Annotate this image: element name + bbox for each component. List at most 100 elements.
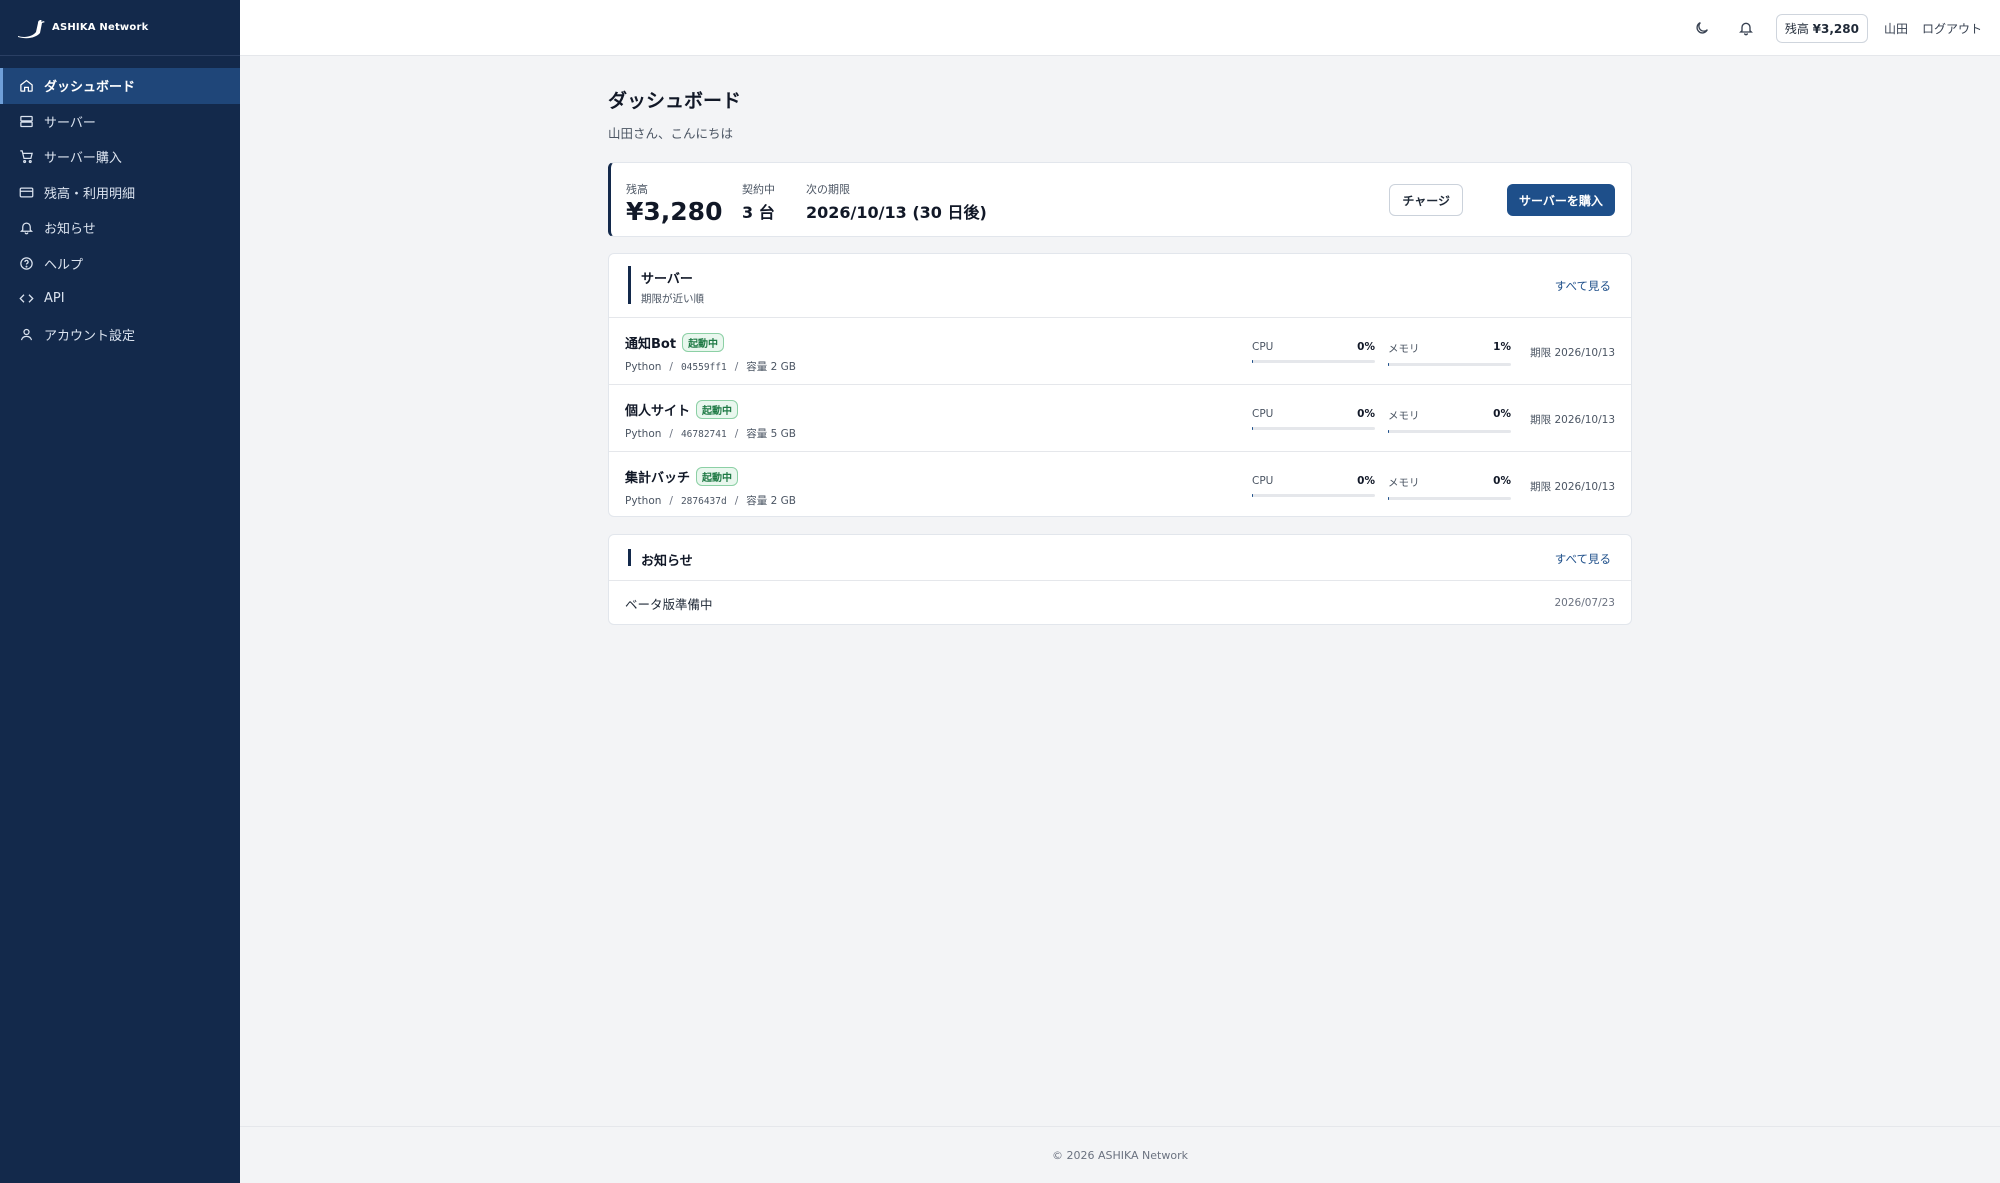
status-badge: 起動中 bbox=[696, 467, 739, 486]
memory-metric: メモリ 0% bbox=[1388, 475, 1511, 500]
cpu-bar-fill bbox=[1252, 494, 1254, 497]
memory-metric: メモリ 1% bbox=[1388, 341, 1511, 366]
cpu-value: 0% bbox=[1357, 475, 1375, 487]
charge-button[interactable]: チャージ bbox=[1389, 184, 1463, 216]
summary-balance-label: 残高 bbox=[626, 183, 648, 196]
news-see-all-link[interactable]: すべて見る bbox=[1555, 551, 1611, 567]
cpu-bar bbox=[1252, 494, 1375, 497]
memory-value: 0% bbox=[1493, 408, 1511, 420]
moon-icon bbox=[1696, 22, 1708, 34]
sidebar-item-news[interactable]: お知らせ bbox=[0, 210, 240, 246]
sidebar-item-label: サーバー bbox=[44, 115, 96, 131]
server-capacity: 容量 2 GB bbox=[746, 495, 796, 507]
sidebar-item-label: ダッシュボード bbox=[44, 80, 136, 96]
server-row[interactable]: 集計バッチ 起動中 Python / 2876437d / 容量 2 GB CPU 0% メ… bbox=[609, 452, 1631, 519]
memory-bar-fill bbox=[1388, 497, 1390, 500]
server-meta: Python / 2876437d / 容量 2 GB bbox=[625, 493, 796, 508]
sidebar-item-label: 残高・利用明細 bbox=[44, 186, 136, 202]
news-card-header: お知らせ すべて見る bbox=[609, 535, 1631, 581]
help-circle-icon bbox=[18, 255, 34, 271]
summary-next-expiry: 次の期限 2026/10/13 (30 日後) bbox=[806, 181, 987, 223]
main-content: ダッシュボード 山田さん、こんにちは 残高 ¥3,280 契約中 3 台 次の期… bbox=[608, 86, 1632, 625]
buy-server-button[interactable]: サーバーを購入 bbox=[1507, 184, 1615, 216]
bell-icon bbox=[1738, 22, 1753, 36]
sidebar-item-billing[interactable]: 残高・利用明細 bbox=[0, 175, 240, 211]
summary-next-expiry-value: 2026/10/13 (30 日後) bbox=[806, 203, 987, 222]
server-capacity: 容量 2 GB bbox=[746, 361, 796, 373]
cpu-metric: CPU 0% bbox=[1252, 341, 1375, 363]
meta-separator: / bbox=[669, 428, 673, 440]
header-balance-label: 残高 bbox=[1784, 21, 1809, 36]
memory-bar bbox=[1388, 430, 1511, 433]
summary-contracts-value: 3 台 bbox=[742, 203, 775, 222]
brand-name: ASHIKA Network bbox=[52, 22, 149, 33]
summary-next-expiry-label: 次の期限 bbox=[806, 183, 850, 196]
logout-link[interactable]: ログアウト bbox=[1922, 20, 1982, 37]
sidebar-item-help[interactable]: ヘルプ bbox=[0, 246, 240, 282]
cpu-label: CPU bbox=[1252, 341, 1274, 353]
top-bar: 残高 ¥3,280 山田 ログアウト bbox=[240, 0, 2000, 56]
server-runtime: Python bbox=[625, 495, 662, 507]
section-accent-bar bbox=[628, 266, 631, 304]
user-name[interactable]: 山田 bbox=[1884, 20, 1908, 37]
sidebar-item-label: ヘルプ bbox=[44, 257, 84, 273]
status-badge: 起動中 bbox=[682, 333, 725, 352]
cpu-bar-fill bbox=[1252, 360, 1254, 363]
server-name-line: 集計バッチ 起動中 bbox=[625, 467, 739, 486]
servers-card: サーバー 期限が近い順 すべて見る 通知Bot 起動中 Python / 04559f… bbox=[608, 253, 1632, 517]
meta-separator: / bbox=[734, 495, 739, 507]
header-balance[interactable]: 残高 ¥3,280 bbox=[1775, 13, 1868, 43]
cpu-bar bbox=[1252, 360, 1375, 363]
server-id: 46782741 bbox=[680, 429, 727, 440]
cpu-label: CPU bbox=[1252, 408, 1274, 420]
servers-title: サーバー bbox=[641, 272, 693, 287]
meta-separator: / bbox=[669, 495, 673, 507]
cart-icon bbox=[18, 149, 34, 165]
server-expiry: 期限 2026/10/13 bbox=[1530, 414, 1615, 426]
server-id: 04559ff1 bbox=[680, 362, 727, 373]
cpu-label: CPU bbox=[1252, 475, 1274, 487]
sidebar-item-account-settings[interactable]: アカウント設定 bbox=[0, 317, 240, 353]
meta-separator: / bbox=[734, 361, 739, 373]
meta-separator: / bbox=[734, 428, 739, 440]
memory-bar-fill bbox=[1388, 430, 1390, 433]
news-item[interactable]: ベータ版準備中 2026/07/23 bbox=[609, 581, 1631, 625]
memory-label: メモリ bbox=[1388, 410, 1420, 422]
memory-value: 0% bbox=[1493, 475, 1511, 487]
meta-separator: / bbox=[669, 361, 673, 373]
server-name: 集計バッチ bbox=[625, 471, 691, 486]
sidebar-item-servers[interactable]: サーバー bbox=[0, 104, 240, 140]
sidebar-item-label: API bbox=[44, 291, 65, 307]
cpu-metric: CPU 0% bbox=[1252, 475, 1375, 497]
dark-mode-toggle[interactable] bbox=[1688, 14, 1716, 42]
news-item-title: ベータ版準備中 bbox=[625, 597, 713, 612]
server-row[interactable]: 個人サイト 起動中 Python / 46782741 / 容量 5 GB CPU 0% メ… bbox=[609, 385, 1631, 452]
memory-bar bbox=[1388, 363, 1511, 366]
sidebar-item-api[interactable]: API bbox=[0, 281, 240, 317]
memory-label: メモリ bbox=[1388, 477, 1420, 489]
servers-see-all-link[interactable]: すべて見る bbox=[1555, 278, 1611, 294]
cpu-metric: CPU 0% bbox=[1252, 408, 1375, 430]
home-icon bbox=[18, 78, 34, 94]
header-balance-value: ¥3,280 bbox=[1812, 21, 1859, 36]
summary-balance: 残高 ¥3,280 bbox=[626, 181, 722, 226]
server-expiry: 期限 2026/10/13 bbox=[1530, 481, 1615, 493]
server-name: 通知Bot bbox=[625, 337, 677, 352]
summary-contracts-label: 契約中 bbox=[742, 183, 775, 196]
memory-bar bbox=[1388, 497, 1511, 500]
memory-metric: メモリ 0% bbox=[1388, 408, 1511, 433]
memory-label: メモリ bbox=[1388, 343, 1420, 355]
notifications-button[interactable] bbox=[1732, 14, 1760, 42]
cpu-bar bbox=[1252, 427, 1375, 430]
sidebar-item-server-purchase[interactable]: サーバー購入 bbox=[0, 139, 240, 175]
news-card: お知らせ すべて見る ベータ版準備中 2026/07/23 bbox=[608, 534, 1632, 625]
code-icon bbox=[18, 291, 34, 307]
sidebar-item-label: サーバー購入 bbox=[44, 151, 122, 167]
servers-card-header: サーバー 期限が近い順 すべて見る bbox=[609, 254, 1631, 318]
top-actions: 残高 ¥3,280 山田 ログアウト bbox=[1688, 0, 1982, 56]
sidebar-item-dashboard[interactable]: ダッシュボード bbox=[0, 68, 240, 104]
summary-card: 残高 ¥3,280 契約中 3 台 次の期限 2026/10/13 (30 日後… bbox=[608, 162, 1632, 237]
server-row[interactable]: 通知Bot 起動中 Python / 04559ff1 / 容量 2 GB CPU 0% メ… bbox=[609, 318, 1631, 385]
brand[interactable]: ASHIKA Network bbox=[0, 0, 240, 56]
logo-icon bbox=[18, 19, 45, 38]
